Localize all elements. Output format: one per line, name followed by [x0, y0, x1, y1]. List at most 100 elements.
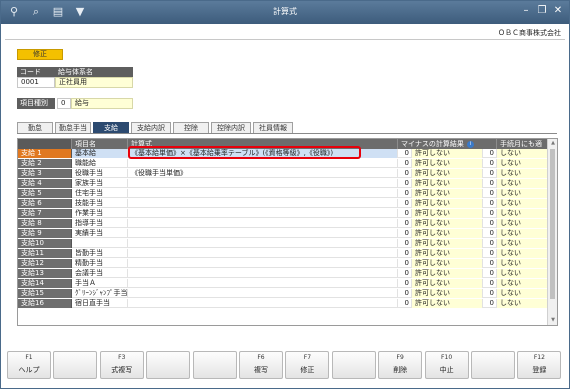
row-formula[interactable] [128, 299, 398, 308]
row-formula[interactable] [128, 269, 398, 278]
row-code[interactable]: 支給 3 [18, 169, 72, 178]
row-prior-code[interactable]: 0 [483, 189, 497, 198]
row-prior-month[interactable]: しない [497, 189, 548, 198]
row-item-name[interactable]: 職能給 [72, 159, 128, 168]
minimize-icon[interactable]: – [519, 4, 533, 18]
row-prior-code[interactable]: 0 [483, 289, 497, 298]
row-prior-code[interactable]: 0 [483, 269, 497, 278]
row-formula[interactable] [128, 219, 398, 228]
row-minus-result[interactable]: 許可しない [412, 229, 483, 238]
fkey-f10[interactable]: F10 中止 [424, 351, 469, 379]
row-formula[interactable] [128, 259, 398, 268]
row-item-name[interactable]: 宿日直手当 [72, 299, 128, 308]
row-minus-code[interactable]: 0 [398, 199, 412, 208]
row-item-name[interactable]: ｸﾞﾘｰﾝｼﾞｬﾝﾌﾟ手当 [72, 289, 128, 298]
row-prior-month[interactable]: しない [497, 169, 548, 178]
row-code[interactable]: 支給13 [18, 269, 72, 278]
tab-deduction-detail[interactable]: 控除内訳 [211, 122, 251, 133]
row-prior-month[interactable]: しない [497, 269, 548, 278]
row-prior-code[interactable]: 0 [483, 179, 497, 188]
row-minus-code[interactable]: 0 [398, 219, 412, 228]
row-minus-code[interactable]: 0 [398, 209, 412, 218]
row-minus-code[interactable]: 0 [398, 249, 412, 258]
row-code[interactable]: 支給10 [18, 239, 72, 248]
row-minus-result[interactable]: 許可しない [412, 289, 483, 298]
row-prior-code[interactable]: 0 [483, 209, 497, 218]
row-minus-result[interactable]: 許可しない [412, 249, 483, 258]
row-minus-result[interactable]: 許可しない [412, 299, 483, 308]
fkey-empty[interactable] [146, 351, 191, 379]
row-item-name[interactable]: 技能手当 [72, 199, 128, 208]
row-code[interactable]: 支給11 [18, 249, 72, 258]
row-prior-code[interactable]: 0 [483, 249, 497, 258]
row-code[interactable]: 支給 6 [18, 199, 72, 208]
row-prior-code[interactable]: 0 [483, 149, 497, 158]
row-code[interactable]: 支給 2 [18, 159, 72, 168]
fkey-empty[interactable] [192, 351, 237, 379]
fkey-f12[interactable]: F12 登録 [517, 351, 562, 379]
row-prior-month[interactable]: しない [497, 259, 548, 268]
row-minus-result[interactable]: 許可しない [412, 179, 483, 188]
row-item-name[interactable] [72, 239, 128, 248]
row-prior-month[interactable]: しない [497, 299, 548, 308]
row-minus-code[interactable]: 0 [398, 289, 412, 298]
row-code[interactable]: 支給 7 [18, 209, 72, 218]
table-row[interactable]: 支給 8 指導手当 0 許可しない 0 しない [18, 219, 548, 228]
row-prior-code[interactable]: 0 [483, 199, 497, 208]
restore-icon[interactable]: ❐ [535, 4, 549, 18]
row-prior-month[interactable]: しない [497, 209, 548, 218]
table-row[interactable]: 支給12 精勤手当 0 許可しない 0 しない [18, 259, 548, 268]
row-minus-result[interactable]: 許可しない [412, 209, 483, 218]
table-row[interactable]: 支給11 皆勤手当 0 許可しない 0 しない [18, 249, 548, 258]
row-minus-code[interactable]: 0 [398, 269, 412, 278]
table-row[interactable]: 支給 4 家族手当 0 許可しない 0 しない [18, 179, 548, 188]
row-code[interactable]: 支給 9 [18, 229, 72, 238]
row-code[interactable]: 支給 5 [18, 189, 72, 198]
row-minus-code[interactable]: 0 [398, 259, 412, 268]
scroll-down-icon[interactable]: ▼ [548, 316, 557, 325]
row-formula[interactable] [128, 209, 398, 218]
row-code[interactable]: 支給 4 [18, 179, 72, 188]
row-item-name[interactable]: 会議手当 [72, 269, 128, 278]
table-row[interactable]: 支給 3 役職手当 《役職手当単価》 0 許可しない 0 しない [18, 169, 548, 178]
table-row[interactable]: 支給13 会議手当 0 許可しない 0 しない [18, 269, 548, 278]
table-row[interactable]: 支給 7 作業手当 0 許可しない 0 しない [18, 209, 548, 218]
table-row[interactable]: 支給15 ｸﾞﾘｰﾝｼﾞｬﾝﾌﾟ手当 0 許可しない 0 しない [18, 289, 548, 298]
item-type-code[interactable]: 0 [57, 98, 71, 109]
row-item-name[interactable]: 指導手当 [72, 219, 128, 228]
row-minus-result[interactable]: 許可しない [412, 259, 483, 268]
row-prior-month[interactable]: しない [497, 229, 548, 238]
tab-attendance[interactable]: 勤怠 [17, 122, 53, 133]
row-formula[interactable] [128, 229, 398, 238]
table-row[interactable]: 支給16 宿日直手当 0 許可しない 0 しない [18, 299, 548, 308]
row-formula[interactable] [128, 179, 398, 188]
row-minus-result[interactable]: 許可しない [412, 269, 483, 278]
row-formula[interactable] [128, 289, 398, 298]
row-prior-month[interactable]: しない [497, 199, 548, 208]
fkey-f3[interactable]: F3 式複写 [99, 351, 144, 379]
row-formula[interactable]: 《役職手当単価》 [128, 169, 398, 178]
row-prior-month[interactable]: しない [497, 289, 548, 298]
table-row[interactable]: 支給 9 実績手当 0 許可しない 0 しない [18, 229, 548, 238]
tab-deduction[interactable]: 控除 [173, 122, 209, 133]
row-minus-code[interactable]: 0 [398, 169, 412, 178]
row-prior-month[interactable]: しない [497, 179, 548, 188]
info-icon[interactable]: i [466, 140, 474, 148]
row-item-name[interactable]: 精勤手当 [72, 259, 128, 268]
row-minus-code[interactable]: 0 [398, 239, 412, 248]
row-minus-result[interactable]: 許可しない [412, 169, 483, 178]
tab-payment-detail[interactable]: 支給内訳 [131, 122, 171, 133]
row-item-name[interactable]: 作業手当 [72, 209, 128, 218]
row-prior-code[interactable]: 0 [483, 169, 497, 178]
row-minus-result[interactable]: 許可しない [412, 189, 483, 198]
row-minus-result[interactable]: 許可しない [412, 159, 483, 168]
table-row[interactable]: 支給10 0 許可しない 0 しない [18, 239, 548, 248]
fkey-f7[interactable]: F7 修正 [285, 351, 330, 379]
row-minus-result[interactable]: 許可しない [412, 239, 483, 248]
row-prior-month[interactable]: しない [497, 279, 548, 288]
table-row[interactable]: 支給14 手当Ａ 0 許可しない 0 しない [18, 279, 548, 288]
fkey-f9[interactable]: F9 削除 [378, 351, 423, 379]
row-prior-month[interactable]: しない [497, 159, 548, 168]
fkey-f6[interactable]: F6 複写 [239, 351, 283, 379]
row-prior-code[interactable]: 0 [483, 159, 497, 168]
